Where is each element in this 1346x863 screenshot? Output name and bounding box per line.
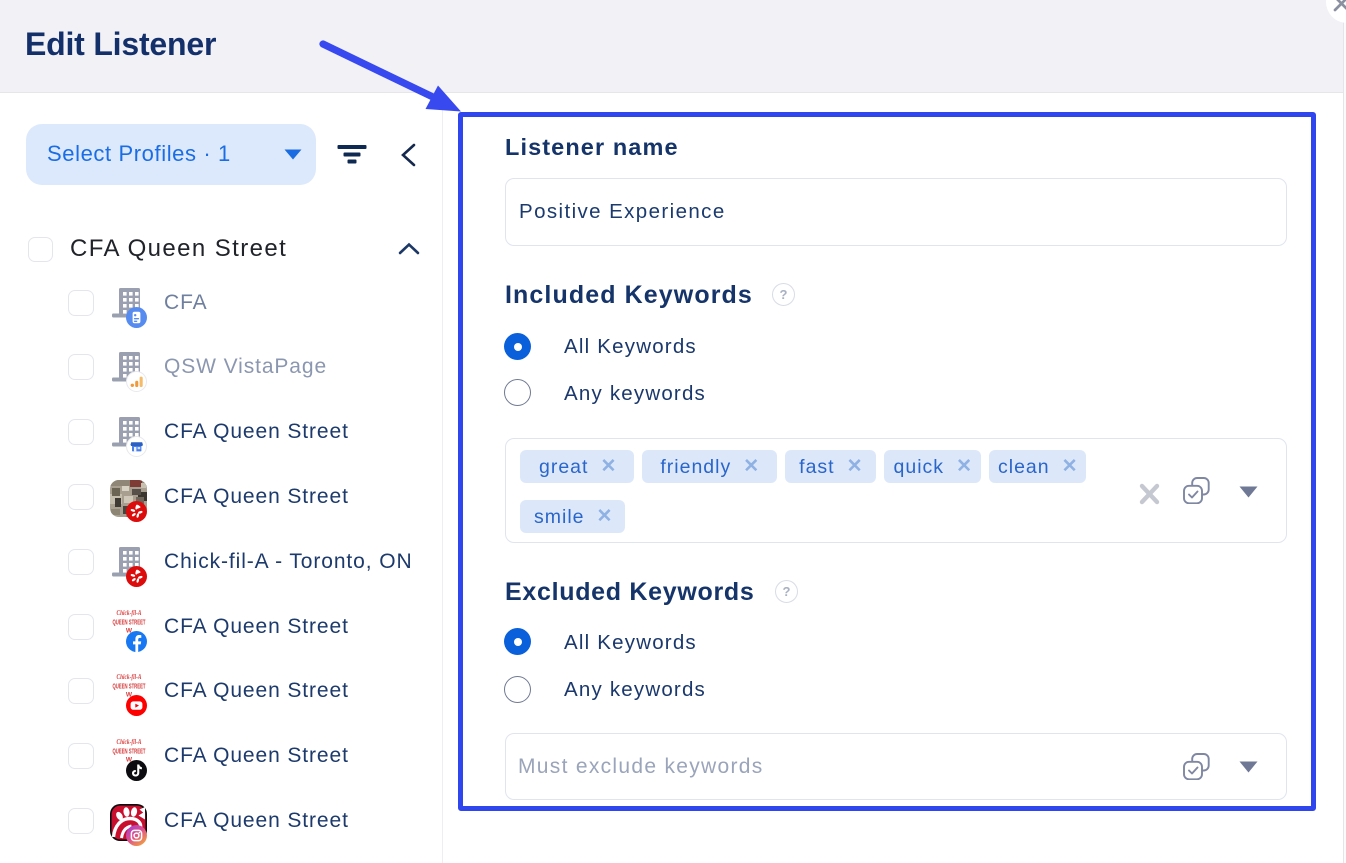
svg-text:Chick-fil-A: Chick-fil-A xyxy=(117,672,142,681)
svg-text:QUEEN STREET: QUEEN STREET xyxy=(113,747,146,756)
svg-text:Chick-fil-A: Chick-fil-A xyxy=(117,608,142,617)
svg-text:Chick-fil-A: Chick-fil-A xyxy=(117,737,142,746)
svg-text:QUEEN STREET: QUEEN STREET xyxy=(113,682,146,691)
svg-text:QUEEN STREET: QUEEN STREET xyxy=(113,618,146,627)
